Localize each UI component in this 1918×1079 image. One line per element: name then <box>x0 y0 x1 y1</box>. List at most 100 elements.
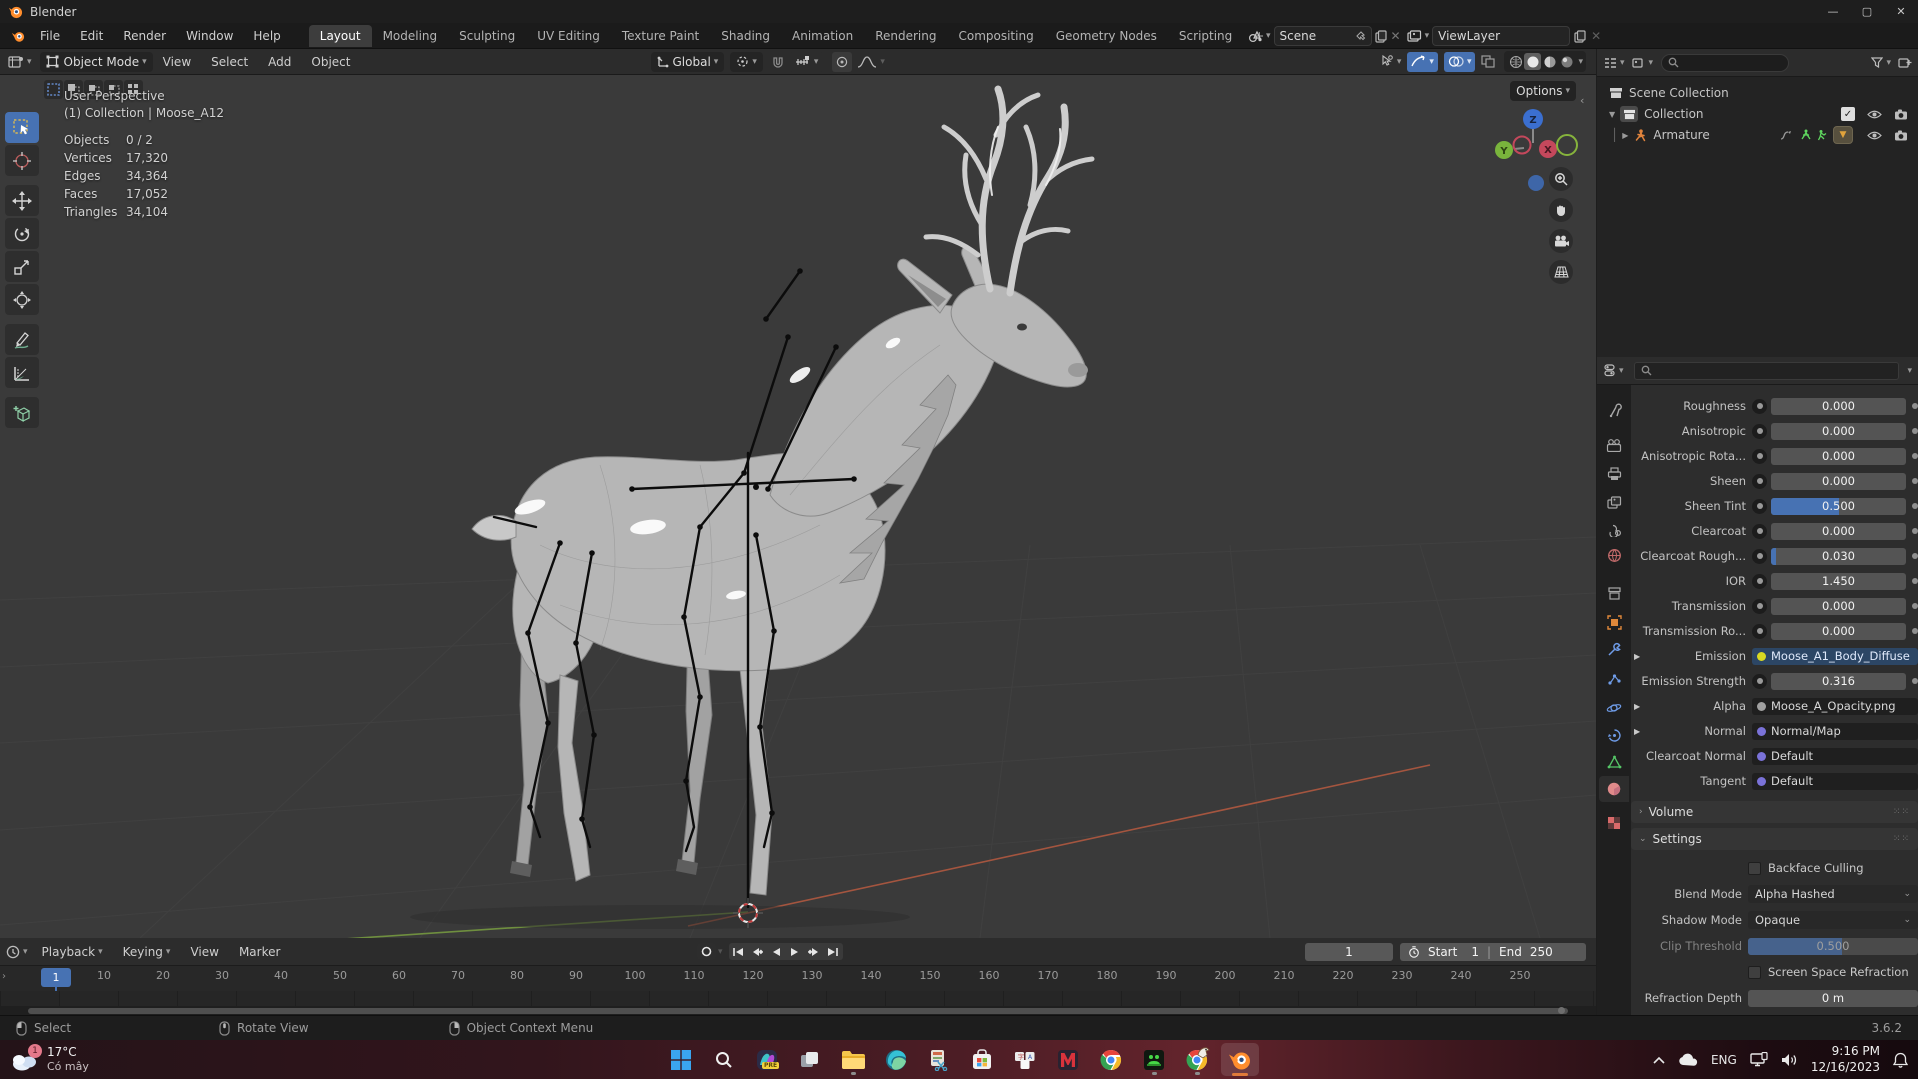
timeline-ruler[interactable]: › 10203040506070809010011012013014015016… <box>0 965 1596 991</box>
shading-wireframe-icon[interactable] <box>1507 53 1524 70</box>
current-frame-field[interactable]: 1 <box>1305 943 1393 961</box>
view-layer-name-field[interactable]: ViewLayer <box>1432 26 1570 46</box>
copilot-icon[interactable]: PRE <box>748 1043 786 1076</box>
tab-view-layer-icon[interactable] <box>1599 489 1629 515</box>
workspace-tab-scripting[interactable]: Scripting <box>1168 25 1243 47</box>
tab-modifiers-icon[interactable] <box>1599 636 1629 662</box>
tray-chevron-icon[interactable] <box>1653 1056 1665 1064</box>
chrome-icon[interactable] <box>1092 1043 1130 1076</box>
properties-editor-icon[interactable]: ▾ <box>1603 364 1624 377</box>
prop-row-clearcoat-normal[interactable]: Clearcoat NormalDefault <box>1634 745 1918 767</box>
viewport-menu-select[interactable]: Select <box>201 51 258 73</box>
scene-icon[interactable]: ▾ <box>1248 30 1271 43</box>
animate-dot[interactable] <box>1912 678 1918 684</box>
zoom-button[interactable] <box>1549 167 1573 191</box>
workspace-tab-compositing[interactable]: Compositing <box>947 25 1044 47</box>
socket-toggle[interactable] <box>1752 399 1767 414</box>
exclude-checkbox[interactable]: ✓ <box>1841 107 1855 121</box>
scene-name-field[interactable]: Scene <box>1274 26 1372 46</box>
chrome-profile-icon[interactable] <box>1178 1043 1216 1076</box>
socket-toggle[interactable] <box>1752 624 1767 639</box>
prop-row-clearcoat[interactable]: Clearcoat0.000 <box>1634 520 1918 542</box>
remove-view-layer-icon[interactable]: ✕ <box>1591 29 1601 43</box>
jump-to-start-button[interactable] <box>729 943 748 960</box>
prop-row-sheen[interactable]: Sheen0.000 <box>1634 470 1918 492</box>
viewport-3d[interactable]: ▾ Object Mode▾ View Select Add Object Gl… <box>0 49 1596 938</box>
maximize-button[interactable]: ▢ <box>1850 0 1884 23</box>
m-app-icon[interactable] <box>1049 1043 1087 1076</box>
expand-arrow-icon[interactable]: ▶ <box>1634 702 1646 711</box>
volume-icon[interactable] <box>1781 1053 1798 1067</box>
tab-texture-icon[interactable] <box>1599 810 1629 836</box>
view-layer-icon[interactable]: ▾ <box>1407 30 1430 43</box>
tab-particles-icon[interactable] <box>1599 665 1629 691</box>
previous-keyframe-button[interactable] <box>748 943 767 960</box>
workspace-tab-geometry-nodes[interactable]: Geometry Nodes <box>1045 25 1168 47</box>
prop-row-ior[interactable]: IOR1.450 <box>1634 570 1918 592</box>
prop-row-normal[interactable]: ▶NormalNormal/Map <box>1634 720 1918 742</box>
language-indicator[interactable]: ENG <box>1711 1053 1737 1067</box>
socket-toggle[interactable] <box>1752 574 1767 589</box>
frame-range-fields[interactable]: Start1 | End250 <box>1400 943 1586 961</box>
play-button[interactable] <box>786 943 805 960</box>
gizmo-z-neg-axis[interactable] <box>1528 175 1544 191</box>
pin-icon[interactable] <box>1356 31 1366 42</box>
task-view-icon[interactable] <box>791 1043 829 1076</box>
viewport-menu-object[interactable]: Object <box>301 51 360 73</box>
volume-panel-header[interactable]: ›Volume⁙⁙ <box>1631 801 1918 823</box>
prop-row-tangent[interactable]: TangentDefault <box>1634 770 1918 792</box>
setting-backface-culling[interactable]: Backface Culling <box>1634 857 1918 879</box>
mode-selector[interactable]: Object Mode▾ <box>40 52 153 72</box>
new-scene-icon[interactable] <box>1375 30 1387 43</box>
expand-channels-arrow[interactable]: › <box>2 971 6 982</box>
outliner-row-collection[interactable]: ▼ Collection ✓ <box>1597 104 1918 124</box>
prop-row-transmission[interactable]: Transmission0.000 <box>1634 595 1918 617</box>
workspace-tab-sculpting[interactable]: Sculpting <box>448 25 526 47</box>
tab-collection-icon[interactable] <box>1599 580 1629 606</box>
hide-eye-icon[interactable] <box>1867 109 1882 120</box>
scrollbar-handle[interactable] <box>1558 1007 1565 1014</box>
falloff-curve-icon[interactable]: ▾ <box>857 55 885 69</box>
outliner-row-armature[interactable]: │ ▶ Armature ▼ <box>1597 125 1918 145</box>
blender-taskbar-icon[interactable] <box>1221 1043 1259 1076</box>
drag-handle-icon[interactable]: ⁙⁙ <box>1893 807 1910 817</box>
workspace-tab-modeling[interactable]: Modeling <box>372 25 449 47</box>
timeline-menu-playback[interactable]: Playback▾ <box>32 941 113 963</box>
menu-help[interactable]: Help <box>243 25 290 47</box>
pan-hand-button[interactable] <box>1549 198 1573 222</box>
socket-toggle[interactable] <box>1752 499 1767 514</box>
security-app-icon[interactable] <box>1135 1043 1173 1076</box>
tab-output-icon[interactable] <box>1599 461 1629 487</box>
filter-icon[interactable]: ▾ <box>1871 57 1891 68</box>
moose-model[interactable] <box>472 89 1092 895</box>
file-explorer-icon[interactable] <box>834 1043 872 1076</box>
prop-row-emission[interactable]: ▶EmissionMoose_A1_Body_Diffuse <box>1634 645 1918 667</box>
notifications-bell-icon[interactable] <box>1893 1052 1908 1068</box>
workspace-tab-texture-paint[interactable]: Texture Paint <box>611 25 710 47</box>
snipping-tool-icon[interactable] <box>920 1043 958 1076</box>
snap-magnet-icon[interactable] <box>771 55 785 69</box>
tab-constraints-icon[interactable] <box>1599 722 1629 748</box>
tab-material-icon[interactable] <box>1599 776 1629 802</box>
proportional-editing-icon[interactable] <box>832 52 852 72</box>
hide-eye-icon[interactable] <box>1867 130 1882 141</box>
socket-toggle[interactable] <box>1752 549 1767 564</box>
socket-toggle[interactable] <box>1752 449 1767 464</box>
edge-icon[interactable] <box>877 1043 915 1076</box>
minimize-button[interactable]: — <box>1816 0 1850 23</box>
disclosure-triangle-icon[interactable]: ▼ <box>1609 110 1615 119</box>
prop-row-transmission-roughness[interactable]: Transmission Ro...0.000 <box>1634 620 1918 642</box>
input-keys-icon[interactable]: 字A <box>1006 1043 1044 1076</box>
socket-toggle[interactable] <box>1752 474 1767 489</box>
outliner-row-scene-collection[interactable]: Scene Collection <box>1597 83 1918 103</box>
tab-object-icon[interactable] <box>1599 609 1629 635</box>
shading-solid-icon[interactable] <box>1524 53 1541 70</box>
gizmo-x-neg-axis[interactable] <box>1514 137 1531 154</box>
tab-render-icon[interactable] <box>1599 432 1629 458</box>
snap-target-selector[interactable]: ▾ <box>789 52 825 72</box>
animate-dot[interactable] <box>1912 578 1918 584</box>
prop-row-emission-strength[interactable]: Emission Strength0.316 <box>1634 670 1918 692</box>
editor-type-icon[interactable]: ▾ <box>8 55 32 69</box>
scrollbar-thumb[interactable] <box>28 1008 1568 1014</box>
outliner-editor-icon[interactable]: ▾ <box>1603 57 1625 69</box>
